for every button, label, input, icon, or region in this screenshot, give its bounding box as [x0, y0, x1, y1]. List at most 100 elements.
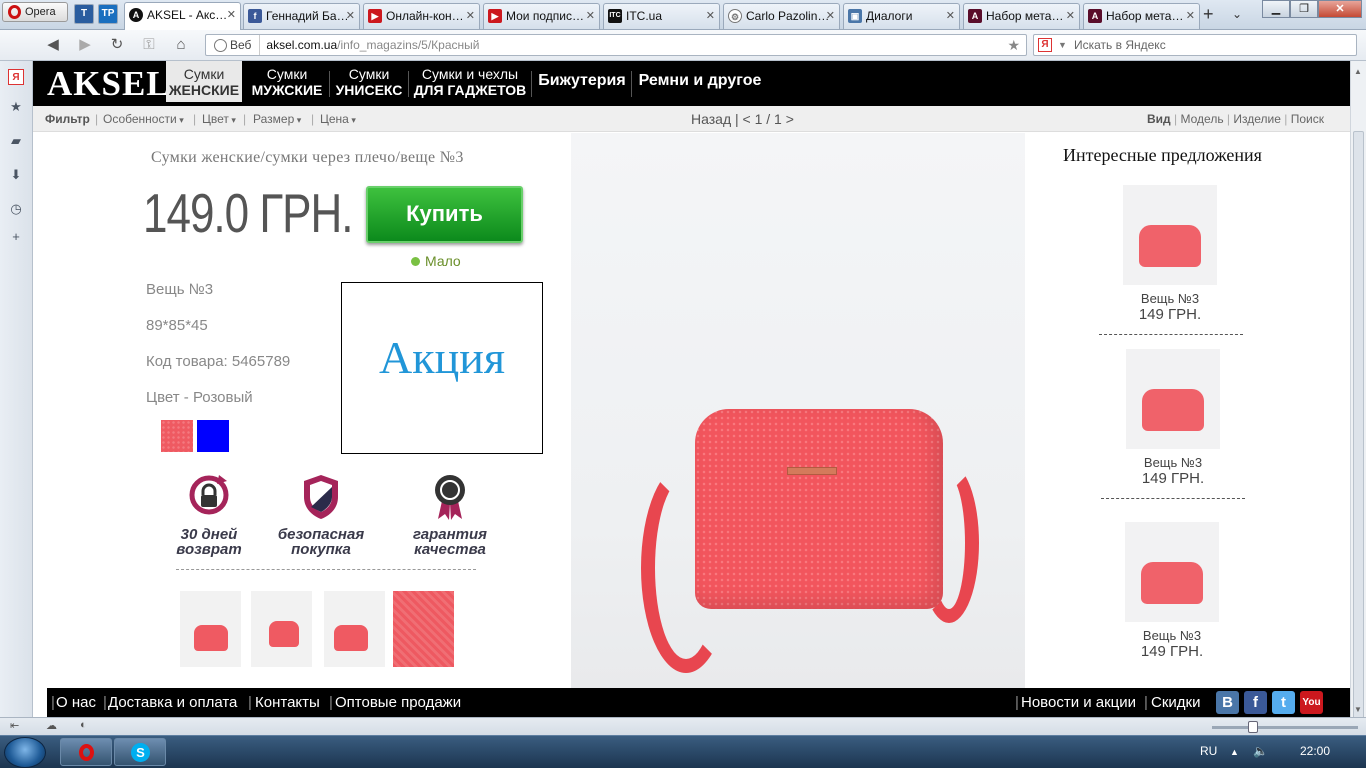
tab-youtube-online[interactable]: ▶ Онлайн-кон… ✕ — [363, 3, 480, 29]
category-gadget-cases[interactable]: Сумки и чехлы ДЛЯ ГАДЖЕТОВ — [412, 66, 528, 98]
history-clock-icon[interactable]: ◷ — [8, 201, 24, 217]
pager[interactable]: Назад | < 1 / 1 > — [691, 106, 794, 132]
view-link-view[interactable]: Вид — [1147, 112, 1171, 126]
tab-carlo-pazolini[interactable]: ⚙ Carlo Pazolin… ✕ — [723, 3, 840, 29]
pinned-tab-icon[interactable]: TP — [98, 4, 118, 24]
footer-link-contacts[interactable]: Контакты — [255, 688, 320, 717]
maximize-icon[interactable]: ❐ — [1290, 0, 1318, 18]
offer-item[interactable]: Вещь №3 149 ГРН. — [1093, 349, 1253, 487]
key-icon[interactable]: ⚿ — [138, 35, 160, 55]
category-belts-other[interactable]: Ремни и другое — [637, 73, 763, 89]
yandex-search-field[interactable]: Я ▼ Искать в Яндекс — [1033, 34, 1357, 56]
new-tab-icon[interactable]: + — [1203, 4, 1214, 24]
tab-nabor-meta-1[interactable]: A Набор мета… ✕ — [963, 3, 1080, 29]
page-scrollbar[interactable]: ▲ ▼ — [1350, 61, 1366, 743]
cloud-icon[interactable]: ☁ — [46, 719, 57, 732]
taskbar-skype[interactable]: S — [114, 738, 166, 766]
speed-dial-icon[interactable]: ◐ — [80, 719, 87, 731]
close-tab-icon[interactable]: ✕ — [946, 4, 955, 28]
color-swatch-pink[interactable] — [161, 420, 193, 452]
zoom-slider[interactable] — [1212, 726, 1358, 729]
filter-price-dropdown[interactable]: Цена — [320, 106, 356, 133]
notes-icon[interactable]: ▰ — [8, 133, 24, 149]
tab-dialogs[interactable]: ▣ Диалоги ✕ — [843, 3, 960, 29]
add-panel-icon[interactable]: + — [8, 229, 24, 245]
bookmarks-star-icon[interactable]: ★ — [8, 99, 24, 115]
close-tab-icon[interactable]: ✕ — [586, 4, 595, 28]
offer-image[interactable] — [1125, 522, 1219, 622]
tab-list-chevron-down-icon[interactable]: ⌄ — [1232, 4, 1242, 24]
site-logo[interactable]: AKSEL — [47, 64, 171, 104]
filter-color-dropdown[interactable]: Цвет — [202, 106, 236, 133]
close-tab-icon[interactable]: ✕ — [1066, 4, 1075, 28]
tab-youtube-subscriptions[interactable]: ▶ Мои подпис… ✕ — [483, 3, 600, 29]
category-men-bags[interactable]: Сумки МУЖСКИЕ — [249, 66, 325, 98]
product-code: Код товара: 5465789 — [146, 353, 291, 370]
tab-itc[interactable]: ITC ITC.ua ✕ — [603, 3, 720, 29]
windows-start-button[interactable] — [4, 737, 46, 768]
product-main-image[interactable] — [571, 133, 1025, 688]
scroll-down-icon[interactable]: ▼ — [1354, 705, 1362, 714]
offer-item[interactable]: Вещь №3 149 ГРН. — [1092, 522, 1252, 660]
footer-link-delivery[interactable]: Доставка и оплата — [108, 688, 237, 717]
pinned-tab-icon[interactable]: T — [74, 4, 94, 24]
product-thumbnail[interactable] — [180, 591, 241, 667]
minimize-icon[interactable]: ▁ — [1262, 0, 1290, 18]
close-tab-icon[interactable]: ✕ — [826, 4, 835, 28]
taskbar-opera[interactable] — [60, 738, 112, 766]
offer-price: 149 ГРН. — [1140, 643, 1204, 660]
back-arrow-icon[interactable]: ◀ — [42, 35, 64, 55]
vk-icon[interactable]: В — [1216, 691, 1239, 714]
tab-nabor-meta-2[interactable]: A Набор мета… ✕ — [1083, 3, 1200, 29]
zoom-slider-handle[interactable] — [1248, 721, 1258, 733]
close-tab-icon[interactable]: ✕ — [346, 4, 355, 28]
footer-link-discounts[interactable]: Скидки — [1151, 688, 1200, 717]
forward-arrow-icon[interactable]: ▶ — [74, 35, 96, 55]
view-link-search[interactable]: Поиск — [1291, 112, 1324, 126]
product-thumbnail[interactable] — [251, 591, 312, 667]
category-unisex-bags[interactable]: Сумки УНИСЕКС — [333, 66, 405, 98]
youtube-icon[interactable]: You — [1300, 691, 1323, 714]
product-thumbnail[interactable] — [393, 591, 454, 667]
footer-link-news[interactable]: Новости и акции — [1021, 688, 1136, 717]
filter-features-dropdown[interactable]: Особенности — [103, 106, 184, 133]
buy-button[interactable]: Купить — [366, 186, 523, 243]
language-indicator[interactable]: RU — [1200, 744, 1217, 758]
url-field[interactable]: Веб aksel.com.ua/info_magazins/5/Красный … — [205, 34, 1027, 56]
view-link-item[interactable]: Изделие — [1233, 112, 1281, 126]
scrollbar-thumb[interactable] — [1353, 131, 1364, 743]
home-icon[interactable]: ⌂ — [170, 35, 192, 55]
category-women-bags[interactable]: Сумки ЖЕНСКИЕ — [166, 61, 242, 102]
close-tab-icon[interactable]: ✕ — [1186, 4, 1195, 28]
tab-facebook[interactable]: f Геннадий Ба… ✕ — [243, 3, 360, 29]
color-swatch-blue[interactable] — [197, 420, 229, 452]
yandex-icon[interactable]: Я — [8, 69, 24, 85]
panel-toggle-icon[interactable]: ⇤ — [10, 719, 19, 732]
search-placeholder: Искать в Яндекс — [1074, 38, 1166, 52]
category-jewelry[interactable]: Бижутерия — [536, 73, 628, 89]
facebook-icon[interactable]: f — [1244, 691, 1267, 714]
scroll-up-icon[interactable]: ▲ — [1354, 67, 1362, 76]
tab-aksel[interactable]: A AKSEL - Акс… ✕ — [124, 2, 241, 30]
reload-icon[interactable]: ↻ — [106, 35, 128, 55]
offer-image[interactable] — [1123, 185, 1217, 285]
offer-item[interactable]: Вещь №3 149 ГРН. — [1090, 185, 1250, 323]
filter-size-dropdown[interactable]: Размер — [253, 106, 301, 133]
close-tab-icon[interactable]: ✕ — [466, 4, 475, 28]
promo-banner[interactable]: Акция — [341, 282, 543, 454]
downloads-icon[interactable]: ⬇ — [8, 167, 24, 183]
chevron-down-icon[interactable]: ▼ — [1058, 35, 1067, 55]
twitter-icon[interactable]: t — [1272, 691, 1295, 714]
offer-image[interactable] — [1126, 349, 1220, 449]
close-tab-icon[interactable]: ✕ — [706, 4, 715, 28]
volume-icon[interactable]: 🔈 — [1253, 744, 1268, 758]
bookmark-star-icon[interactable]: ★ — [1007, 35, 1020, 55]
view-link-model[interactable]: Модель — [1181, 112, 1224, 126]
close-tab-icon[interactable]: ✕ — [227, 3, 236, 27]
opera-menu-button[interactable]: Opera — [2, 2, 68, 22]
footer-link-about[interactable]: О нас — [56, 688, 96, 717]
tray-arrow-icon[interactable]: ▲ — [1230, 747, 1239, 757]
close-window-icon[interactable]: ✕ — [1318, 0, 1362, 18]
product-thumbnail[interactable] — [324, 591, 385, 667]
footer-link-wholesale[interactable]: Оптовые продажи — [335, 688, 461, 717]
